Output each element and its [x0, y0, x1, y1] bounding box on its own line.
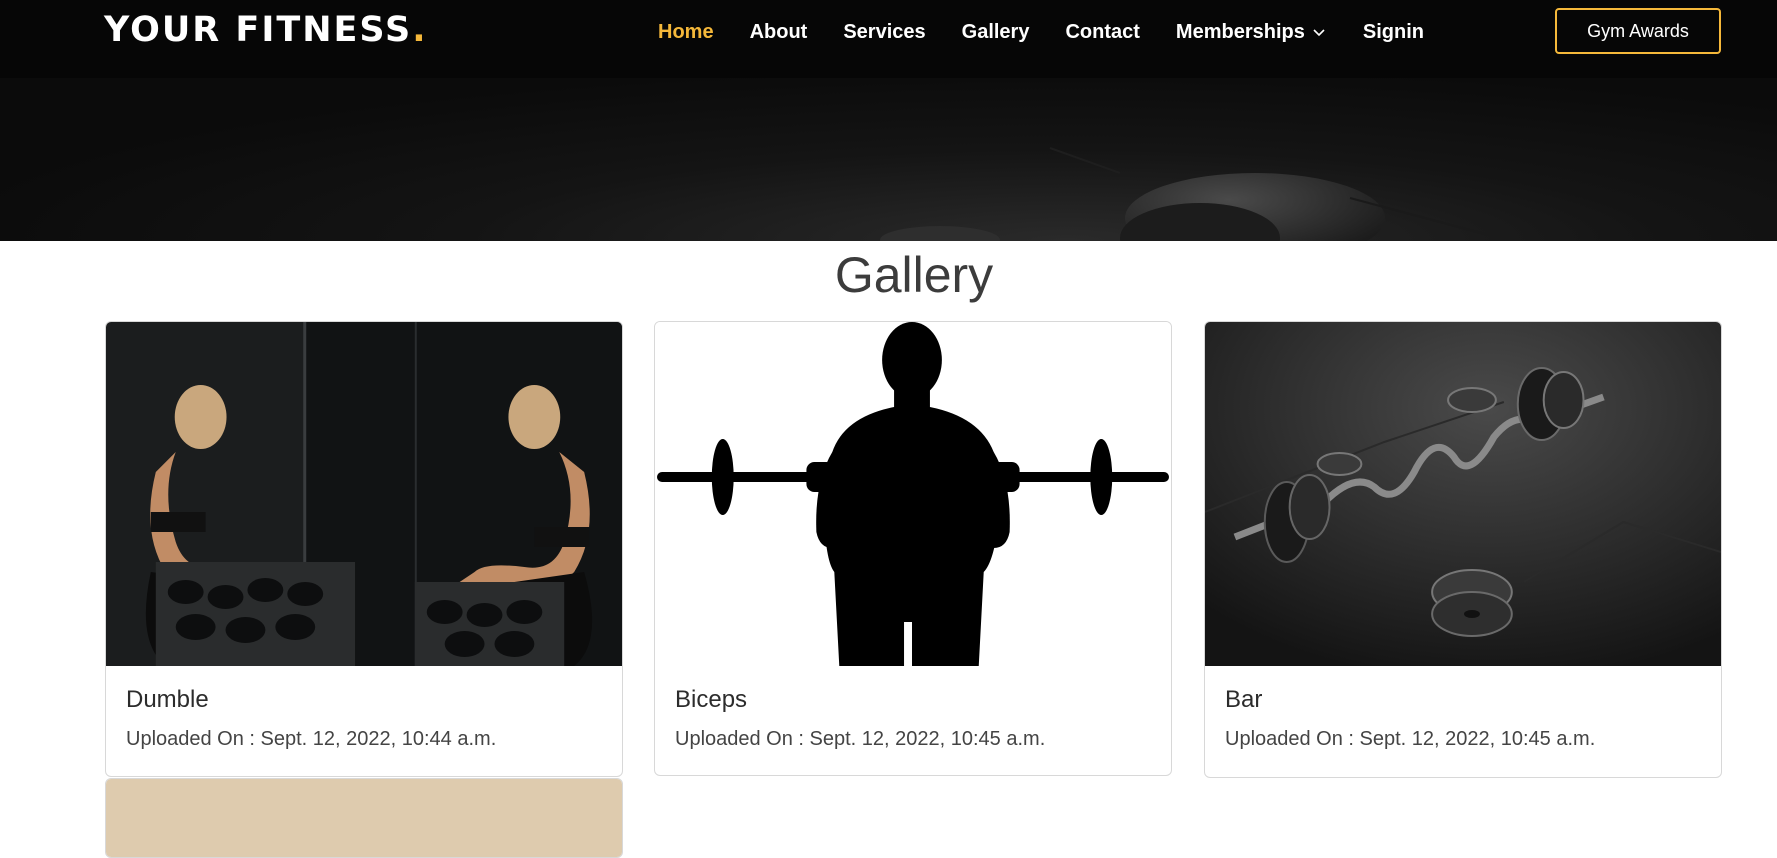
nav-home[interactable]: Home — [640, 18, 732, 46]
gallery-image-bar — [1205, 322, 1721, 666]
gallery-card: Bar Uploaded On : Sept. 12, 2022, 10:45 … — [1204, 321, 1722, 778]
nav-about[interactable]: About — [732, 18, 826, 46]
hero-banner — [0, 78, 1777, 241]
hero-dumbbell-image — [880, 147, 1501, 241]
brand-name: YOUR FITNESS — [104, 10, 413, 50]
gallery-image-partial — [106, 779, 622, 857]
gallery-image-dumble — [106, 322, 622, 666]
gallery-card: Dumble Uploaded On : Sept. 12, 2022, 10:… — [105, 321, 623, 777]
gallery-card — [105, 778, 623, 858]
nav-services[interactable]: Services — [825, 18, 943, 46]
card-title: Biceps — [675, 686, 748, 713]
nav-signin[interactable]: Signin — [1345, 18, 1442, 46]
nav-memberships-dropdown[interactable]: Memberships — [1158, 18, 1345, 46]
card-body: Bar Uploaded On : Sept. 12, 2022, 10:45 … — [1205, 666, 1721, 751]
nav-memberships-label: Memberships — [1175, 21, 1305, 43]
chevron-down-icon — [1313, 29, 1325, 37]
brand-logo[interactable]: YOUR FITNESS. — [104, 10, 428, 50]
card-upload-date: Uploaded On : Sept. 12, 2022, 10:45 a.m. — [1225, 728, 1596, 750]
card-title: Dumble — [126, 686, 209, 713]
card-upload-date: Uploaded On : Sept. 12, 2022, 10:45 a.m. — [675, 728, 1046, 750]
nav-contact[interactable]: Contact — [1047, 18, 1157, 46]
card-body: Biceps Uploaded On : Sept. 12, 2022, 10:… — [655, 666, 1171, 751]
card-body: Dumble Uploaded On : Sept. 12, 2022, 10:… — [106, 666, 622, 751]
gallery-image-biceps — [655, 322, 1171, 666]
nav-gallery[interactable]: Gallery — [944, 18, 1048, 46]
gym-awards-button[interactable]: Gym Awards — [1555, 8, 1721, 54]
navbar: YOUR FITNESS. Home About Services Galler… — [0, 0, 1777, 78]
card-upload-date: Uploaded On : Sept. 12, 2022, 10:44 a.m. — [126, 728, 497, 750]
gallery-card: Biceps Uploaded On : Sept. 12, 2022, 10:… — [654, 321, 1172, 776]
main-nav: Home About Services Gallery Contact Memb… — [640, 18, 1442, 46]
brand-dot: . — [412, 10, 428, 50]
card-title: Bar — [1225, 686, 1263, 713]
gallery-title: Gallery — [834, 247, 994, 303]
